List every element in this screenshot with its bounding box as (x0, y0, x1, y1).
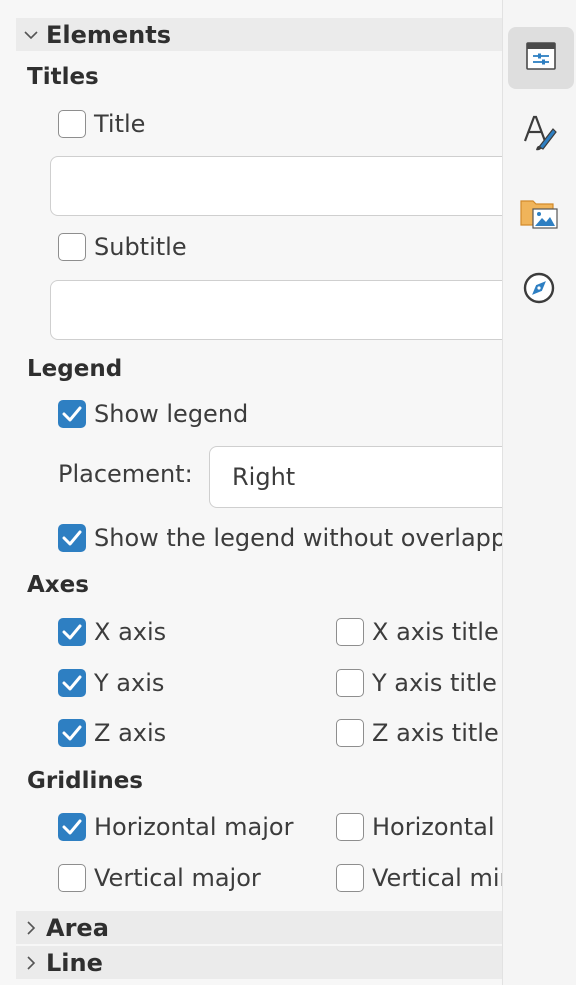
show-legend-row[interactable]: Show legend (58, 400, 248, 428)
x-axis-title-label: X axis title (372, 618, 499, 646)
x-axis-title-checkbox[interactable] (336, 618, 364, 646)
vertical-minor-checkbox[interactable] (336, 864, 364, 892)
z-axis-title-checkbox[interactable] (336, 719, 364, 747)
subtitle-checkbox[interactable] (58, 233, 86, 261)
horizontal-minor-row[interactable]: Horizontal minor (336, 813, 502, 841)
subtitle-checkbox-label: Subtitle (94, 233, 187, 261)
vertical-minor-label: Vertical minor (372, 864, 502, 892)
show-legend-label: Show legend (94, 400, 249, 428)
title-input[interactable] (50, 156, 502, 216)
styles-icon (521, 111, 557, 155)
placement-label: Placement: (58, 460, 193, 488)
line-section-header[interactable]: Line (16, 946, 502, 979)
sidebar-deck: Elements Titles Title Subtitle Legend Sh… (0, 0, 502, 985)
navigator-icon (522, 271, 556, 309)
horizontal-major-label: Horizontal major (94, 813, 294, 841)
properties-icon (525, 41, 557, 75)
show-legend-checkbox[interactable] (58, 400, 86, 428)
z-axis-label: Z axis (94, 719, 167, 747)
legend-no-overlap-checkbox[interactable] (58, 524, 86, 552)
z-axis-title-label: Z axis title (372, 719, 499, 747)
placement-value: Right (232, 463, 296, 491)
title-checkbox[interactable] (58, 110, 86, 138)
title-checkbox-label: Title (94, 110, 146, 138)
styles-tab[interactable] (514, 108, 564, 158)
axes-heading: Axes (27, 572, 89, 598)
subtitle-checkbox-row[interactable]: Subtitle (58, 233, 187, 261)
area-section-header[interactable]: Area (16, 911, 502, 944)
y-axis-title-label: Y axis title (372, 669, 497, 697)
title-checkbox-row[interactable]: Title (58, 110, 145, 138)
subtitle-input[interactable] (50, 280, 502, 340)
placement-select[interactable]: Right (209, 446, 502, 508)
legend-no-overlap-row[interactable]: Show the legend without overlapping the … (58, 524, 502, 552)
chevron-down-icon (16, 30, 46, 40)
area-section-label: Area (46, 913, 109, 942)
horizontal-major-row[interactable]: Horizontal major (58, 813, 293, 841)
y-axis-checkbox[interactable] (58, 669, 86, 697)
z-axis-title-row[interactable]: Z axis title (336, 719, 499, 747)
vertical-minor-row[interactable]: Vertical minor (336, 864, 502, 892)
horizontal-minor-checkbox[interactable] (336, 813, 364, 841)
legend-no-overlap-label: Show the legend without overlapping the … (94, 524, 502, 552)
gridlines-heading: Gridlines (27, 768, 143, 794)
horizontal-major-checkbox[interactable] (58, 813, 86, 841)
x-axis-row[interactable]: X axis (58, 618, 166, 646)
z-axis-checkbox[interactable] (58, 719, 86, 747)
titles-heading: Titles (27, 64, 99, 90)
z-axis-row[interactable]: Z axis (58, 719, 166, 747)
gallery-tab[interactable] (514, 190, 564, 240)
chevron-right-icon (16, 920, 46, 935)
x-axis-title-row[interactable]: X axis title (336, 618, 499, 646)
y-axis-title-row[interactable]: Y axis title (336, 669, 497, 697)
navigator-tab[interactable] (514, 265, 564, 315)
y-axis-label: Y axis (94, 669, 165, 697)
legend-heading: Legend (27, 356, 123, 382)
elements-section-header[interactable]: Elements (16, 18, 502, 51)
properties-tab[interactable] (508, 27, 574, 89)
vertical-major-row[interactable]: Vertical major (58, 864, 261, 892)
vertical-major-checkbox[interactable] (58, 864, 86, 892)
x-axis-checkbox[interactable] (58, 618, 86, 646)
horizontal-minor-label: Horizontal minor (372, 813, 502, 841)
line-section-label: Line (46, 948, 103, 977)
elements-section-label: Elements (46, 20, 172, 49)
chevron-right-icon (16, 955, 46, 970)
x-axis-label: X axis (94, 618, 167, 646)
y-axis-title-checkbox[interactable] (336, 669, 364, 697)
gallery-icon (519, 195, 559, 235)
y-axis-row[interactable]: Y axis (58, 669, 164, 697)
vertical-major-label: Vertical major (94, 864, 261, 892)
